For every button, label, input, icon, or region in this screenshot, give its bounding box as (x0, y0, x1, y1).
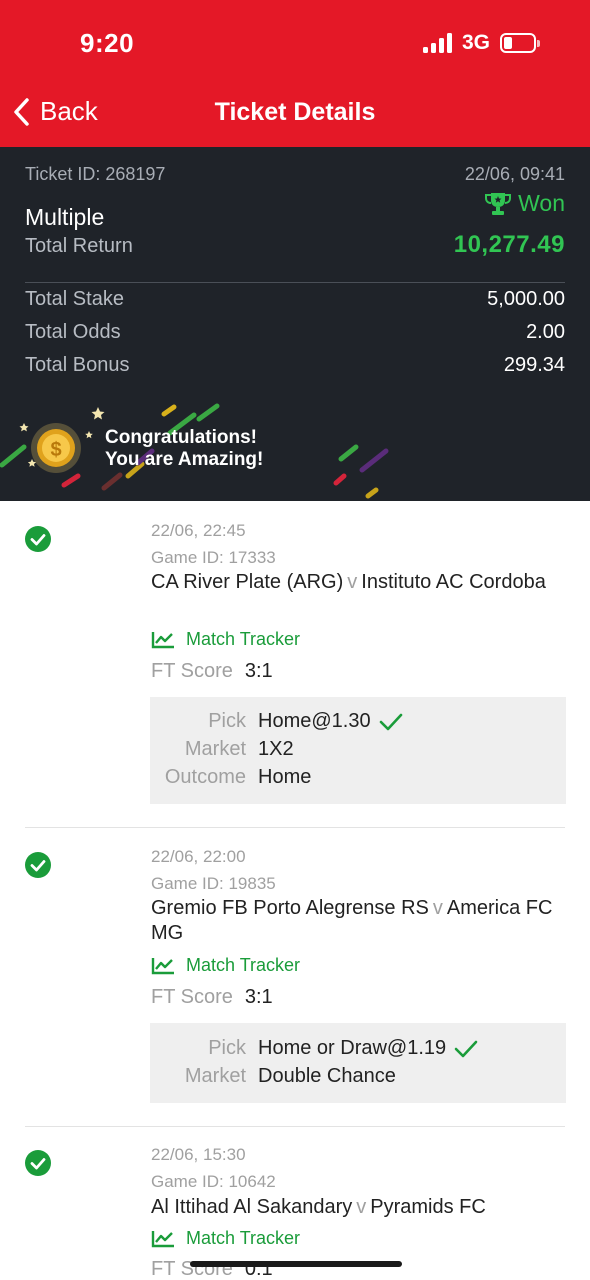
away-team: Pyramids FC (370, 1196, 486, 1218)
line-chart-icon (151, 957, 174, 974)
selection-match: Al Ittihad Al Sakandary v Pyramids FC (151, 1195, 561, 1220)
match-tracker-label: Match Tracker (186, 1228, 301, 1248)
selection-divider (25, 1126, 565, 1127)
pick-details: Pick Home or Draw@1.19 Market Double Cha… (150, 1023, 566, 1103)
congrats-message: Congratulations! You are Amazing! (105, 427, 263, 471)
pick-value: Home@1.30 (258, 710, 371, 732)
market-value: Double Chance (258, 1065, 396, 1087)
selection-match: Gremio FB Porto Alegrense RS v America FC … (151, 896, 561, 946)
match-tracker-label: Match Tracker (186, 955, 301, 975)
total-odds-label: Total Odds (25, 321, 121, 343)
total-return-label: Total Return (25, 235, 133, 257)
total-bonus-value: 299.34 (503, 354, 565, 376)
selection-game-id: Game ID: 19835 (151, 874, 276, 893)
status-badge: Won (484, 190, 565, 217)
versus-label: v (356, 1196, 367, 1218)
status-time: 9:20 (80, 28, 135, 58)
selection-match: CA River Plate (ARG) v Instituto AC Cordob… (151, 570, 561, 595)
line-chart-icon (151, 1230, 174, 1247)
away-team: Instituto AC Cordoba (361, 571, 546, 593)
market-row: Market Double Chance (150, 1065, 566, 1091)
check-circle-icon (25, 1150, 51, 1176)
check-circle-icon (25, 526, 51, 552)
market-value: 1X2 (258, 738, 294, 760)
pick-value: Home or Draw@1.19 (258, 1037, 447, 1059)
total-bonus-label: Total Bonus (25, 354, 130, 376)
ft-score-value: 3:1 (244, 660, 273, 682)
versus-label: v (347, 571, 358, 593)
congrats-line-2: You are Amazing! (105, 449, 264, 470)
congrats-banner: $ Congratulations! You are Amazing! (0, 393, 590, 501)
match-tracker-link[interactable]: Match Tracker (151, 955, 300, 976)
home-team: Gremio FB Porto Alegrense RS (151, 897, 429, 919)
ticket-summary: Ticket ID: 268197 22/06, 09:41 Multiple … (0, 147, 590, 501)
total-stake-value: 5,000.00 (487, 288, 565, 310)
total-stake-row: Total Stake 5,000.00 (25, 288, 565, 314)
bet-type: Multiple (25, 204, 105, 230)
outcome-row: Outcome Home (150, 766, 566, 792)
trophy-icon (485, 192, 512, 215)
selection-game-id: Game ID: 10642 (151, 1172, 276, 1191)
market-label: Market (184, 738, 246, 760)
svg-text:$: $ (50, 439, 61, 461)
pick-label: Pick (208, 1037, 246, 1059)
pick-label: Pick (208, 710, 246, 732)
check-circle-icon (25, 852, 51, 878)
match-tracker-link[interactable]: Match Tracker (151, 629, 300, 650)
market-row: Market 1X2 (150, 738, 566, 764)
check-icon (379, 713, 402, 730)
selection-datetime: 22/06, 22:45 (151, 521, 246, 540)
total-odds-value: 2.00 (526, 321, 565, 343)
versus-label: v (432, 897, 443, 919)
selection-divider (25, 827, 565, 828)
top-bar: 9:20 3G Back Ticket Details (0, 0, 590, 147)
match-tracker-link[interactable]: Match Tracker (151, 1228, 300, 1249)
check-icon (454, 1040, 478, 1057)
ticket-date: 22/06, 09:41 (464, 164, 565, 184)
battery-icon (500, 33, 540, 53)
home-team: Al Ittihad Al Sakandary (151, 1196, 353, 1218)
page-title: Ticket Details (214, 98, 376, 126)
ft-score-value: 3:1 (244, 986, 273, 1008)
match-tracker-label: Match Tracker (186, 629, 301, 649)
ticket-id: Ticket ID: 268197 (25, 164, 166, 184)
ft-score: FT Score 3:1 (151, 660, 273, 683)
home-indicator[interactable] (190, 1261, 402, 1267)
total-stake-label: Total Stake (25, 288, 124, 310)
home-team: CA River Plate (ARG) (151, 571, 344, 593)
outcome-value: Home (258, 766, 312, 788)
ft-score-label: FT Score (151, 986, 233, 1008)
total-bonus-row: Total Bonus 299.34 (25, 354, 565, 380)
selection-datetime: 22/06, 15:30 (151, 1145, 246, 1164)
pick-row: Pick Home or Draw@1.19 (150, 1037, 566, 1063)
summary-divider (25, 282, 565, 283)
selection-game-id: Game ID: 17333 (151, 548, 276, 567)
pick-details: Pick Home@1.30 Market 1X2 Outcome Home (150, 697, 566, 804)
total-odds-row: Total Odds 2.00 (25, 321, 565, 347)
network-type: 3G (462, 31, 491, 54)
pick-row: Pick Home@1.30 (150, 710, 566, 736)
confetti-decoration: $ (0, 403, 389, 499)
market-label: Market (184, 1065, 246, 1087)
line-chart-icon (151, 631, 174, 648)
congrats-line-1: Congratulations! (105, 427, 257, 448)
outcome-label: Outcome (164, 766, 246, 788)
total-return-value: 10,277.49 (453, 231, 565, 258)
status-label: Won (518, 190, 565, 216)
selection-datetime: 22/06, 22:00 (151, 847, 246, 866)
cellular-signal-icon (423, 33, 455, 53)
ft-score: FT Score 3:1 (151, 986, 273, 1009)
ft-score-label: FT Score (151, 660, 233, 682)
